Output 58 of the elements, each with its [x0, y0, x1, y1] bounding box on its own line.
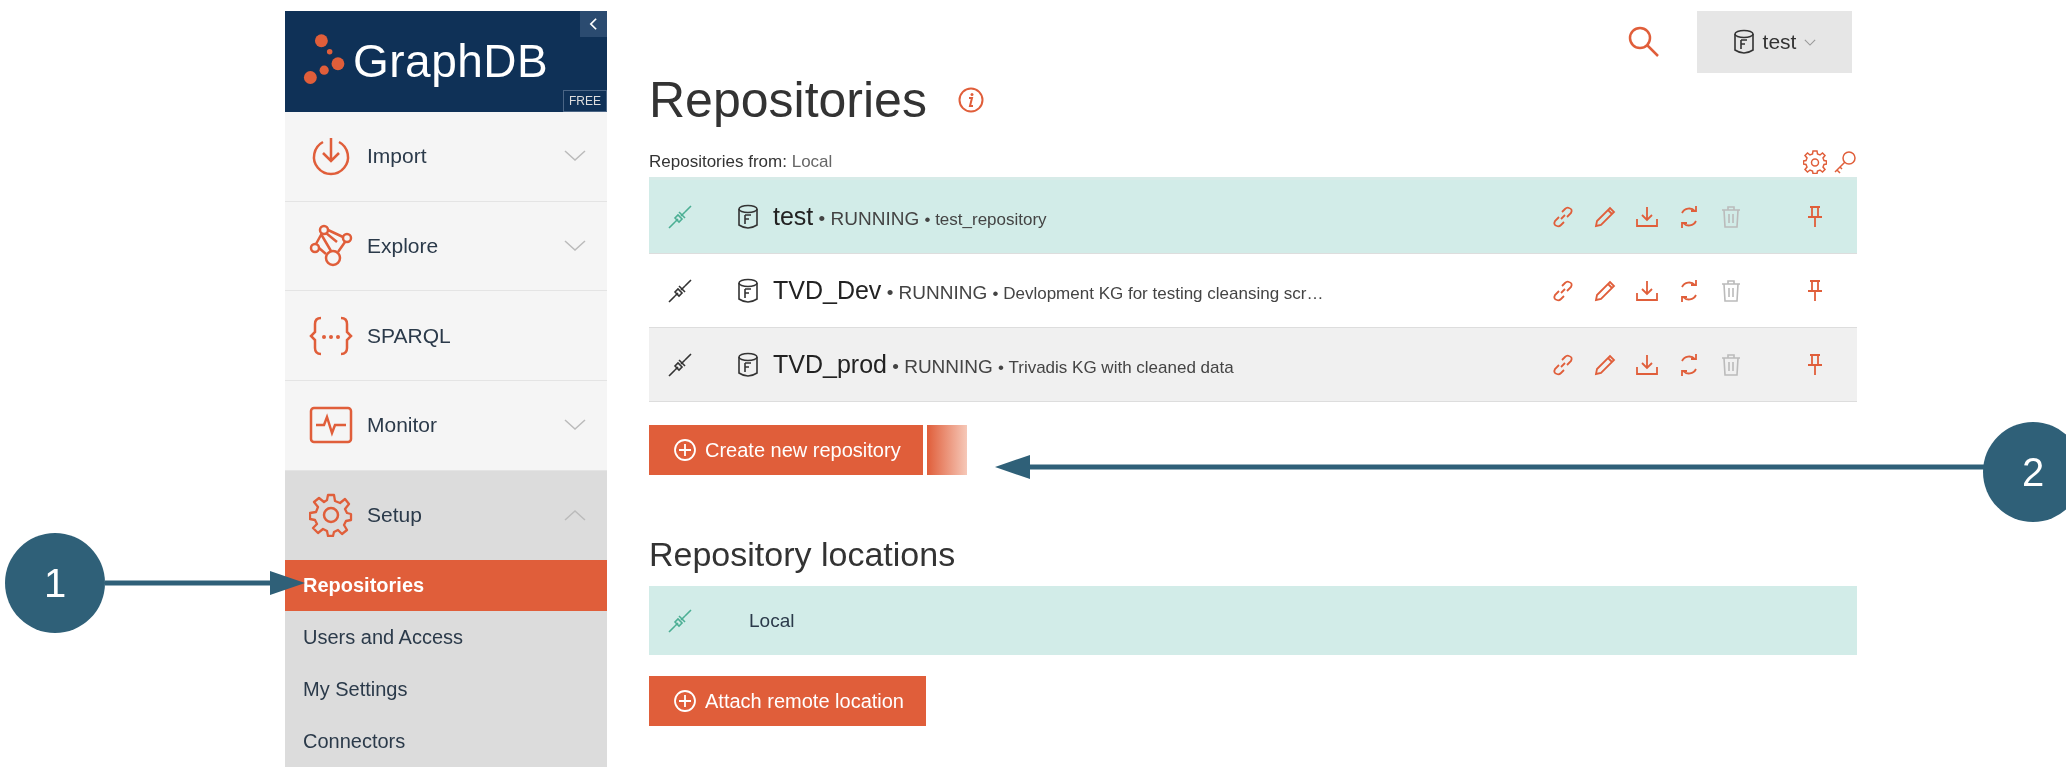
plus-circle-icon — [673, 438, 697, 462]
gear-icon[interactable] — [1803, 150, 1827, 174]
attach-location-button[interactable]: Attach remote location — [649, 676, 926, 726]
nav-item[interactable]: Explore — [285, 201, 607, 292]
trash-icon[interactable] — [1719, 352, 1743, 377]
trash-icon[interactable] — [1719, 278, 1743, 303]
link-icon[interactable] — [1551, 278, 1575, 303]
edition-badge: FREE — [563, 89, 607, 112]
chevron-down-icon — [563, 418, 587, 433]
repository-info: test • RUNNING • test_repository — [773, 202, 1048, 231]
repositories-source-label: Repositories from: Local — [649, 152, 834, 172]
nav-item[interactable]: SPARQL — [285, 291, 607, 382]
gear-icon — [309, 493, 353, 538]
repository-info: TVD_prod • RUNNING • Trivadis KG with cleaned data — [773, 350, 1235, 379]
database-icon — [737, 351, 759, 378]
submenu-item[interactable]: Connectors — [285, 715, 607, 767]
caret-down-icon — [1804, 38, 1817, 46]
pencil-icon[interactable] — [1593, 204, 1617, 229]
chevron-down-icon — [563, 149, 587, 164]
repository-row[interactable]: TVD_prod • RUNNING • Trivadis KG with cleaned data — [649, 328, 1857, 402]
database-icon — [737, 277, 759, 304]
database-icon — [737, 203, 759, 230]
plug-icon[interactable] — [667, 351, 693, 378]
link-icon[interactable] — [1551, 204, 1575, 229]
download-tray-icon[interactable] — [1635, 278, 1659, 303]
collapse-button[interactable] — [580, 11, 607, 37]
repository-info: TVD_Dev • RUNNING • Devlopment KG for testing cleansing scr… — [773, 276, 1325, 305]
key-icon[interactable] — [1833, 150, 1857, 174]
search-icon[interactable] — [1627, 25, 1661, 59]
submenu-item[interactable]: My Settings — [285, 663, 607, 716]
plug-icon[interactable] — [667, 277, 693, 304]
create-repository-button[interactable]: Create new repository — [649, 425, 923, 475]
callout-badge: 2 — [1983, 422, 2066, 522]
download-tray-icon[interactable] — [1635, 352, 1659, 377]
page-title: Repositories — [649, 71, 927, 129]
nav-item[interactable]: Setup — [285, 470, 607, 560]
callout-badge: 1 — [5, 533, 105, 633]
chevron-left-icon — [589, 17, 598, 31]
info-icon[interactable] — [956, 86, 985, 114]
chevron-up-icon — [563, 508, 587, 523]
submenu-item[interactable]: Repositories — [285, 559, 607, 612]
location-row[interactable]: Local — [649, 586, 1857, 655]
repository-row[interactable]: test • RUNNING • test_repository — [649, 180, 1857, 254]
pencil-icon[interactable] — [1593, 352, 1617, 377]
highlight-mark — [926, 425, 967, 475]
section-title: Repository locations — [649, 535, 957, 574]
download-tray-icon[interactable] — [1635, 204, 1659, 229]
nav-item[interactable]: Import — [285, 111, 607, 202]
plus-circle-icon — [673, 689, 697, 713]
pencil-icon[interactable] — [1593, 278, 1617, 303]
link-icon[interactable] — [1551, 352, 1575, 377]
graph-icon — [309, 223, 353, 268]
database-icon — [1732, 29, 1755, 55]
submenu-item[interactable]: Users and Access — [285, 611, 607, 664]
chevron-down-icon — [563, 238, 587, 253]
repository-selector[interactable]: test — [1697, 11, 1852, 73]
nav-item[interactable]: Monitor — [285, 381, 607, 471]
logo-text: GraphDB — [353, 34, 549, 89]
